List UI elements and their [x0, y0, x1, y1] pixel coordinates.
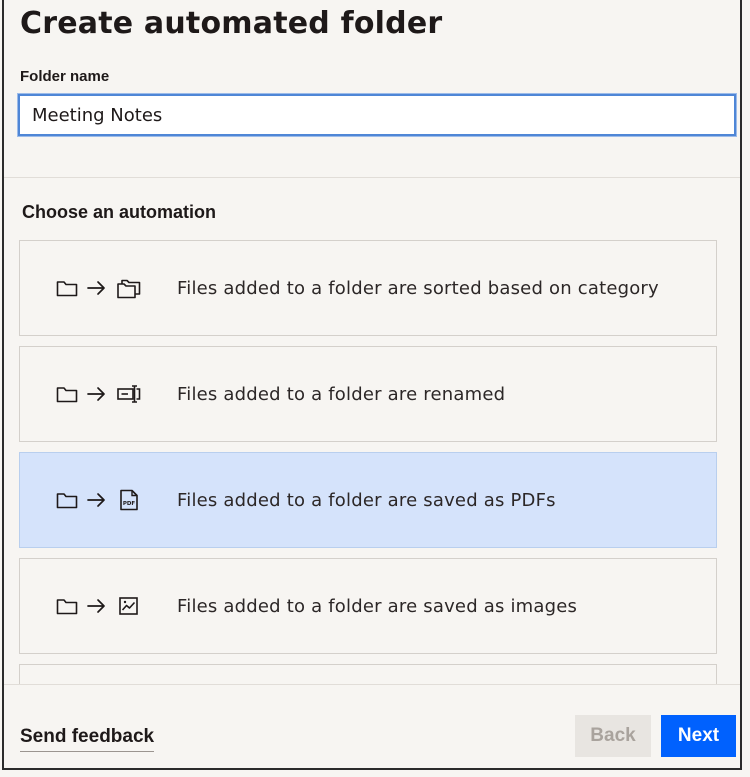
folders-icon [117, 279, 141, 299]
image-icon [119, 597, 138, 615]
next-button[interactable]: Next [661, 715, 736, 757]
arrow-right-icon [87, 281, 105, 295]
section-divider [4, 177, 740, 178]
arrow-right-icon [87, 493, 105, 507]
arrow-right-icon [87, 599, 105, 613]
footer-divider [4, 684, 740, 685]
folder-icon [56, 387, 78, 403]
choose-automation-heading: Choose an automation [22, 202, 217, 222]
automation-option-partial[interactable] [19, 664, 717, 684]
automation-option-label: Files added to a folder are saved as PDF… [177, 490, 556, 511]
create-automated-folder-dialog: Create automated folder Folder name Choo… [2, 0, 742, 770]
automation-flow-icons [56, 382, 142, 406]
automation-options-list[interactable]: Files added to a folder are sorted based… [19, 240, 717, 684]
svg-text:PDF: PDF [123, 501, 136, 507]
automation-flow-icons [56, 276, 142, 300]
automation-option-save-as-pdf[interactable]: PDF Files added to a folder are saved as… [19, 452, 717, 548]
folder-icon [56, 281, 78, 297]
automation-flow-icons [56, 594, 142, 618]
folder-name-label: Folder name [20, 68, 110, 85]
folder-icon [56, 493, 78, 509]
arrow-right-icon [87, 387, 105, 401]
automation-option-label: Files added to a folder are sorted based… [177, 278, 659, 299]
automation-option-save-as-image[interactable]: Files added to a folder are saved as ima… [19, 558, 717, 654]
automation-flow-icons: PDF [56, 488, 142, 512]
dialog-title: Create automated folder [20, 6, 443, 41]
automation-option-label: Files added to a folder are renamed [177, 384, 506, 405]
automation-option-sort-by-category[interactable]: Files added to a folder are sorted based… [19, 240, 717, 336]
back-button[interactable]: Back [575, 715, 651, 757]
rename-icon [117, 385, 141, 403]
automation-option-label: Files added to a folder are saved as ima… [177, 596, 578, 617]
folder-name-input[interactable] [17, 93, 737, 137]
folder-icon [56, 599, 78, 615]
automation-option-rename[interactable]: Files added to a folder are renamed [19, 346, 717, 442]
pdf-file-icon: PDF [120, 489, 138, 511]
send-feedback-link[interactable]: Send feedback [20, 726, 155, 752]
